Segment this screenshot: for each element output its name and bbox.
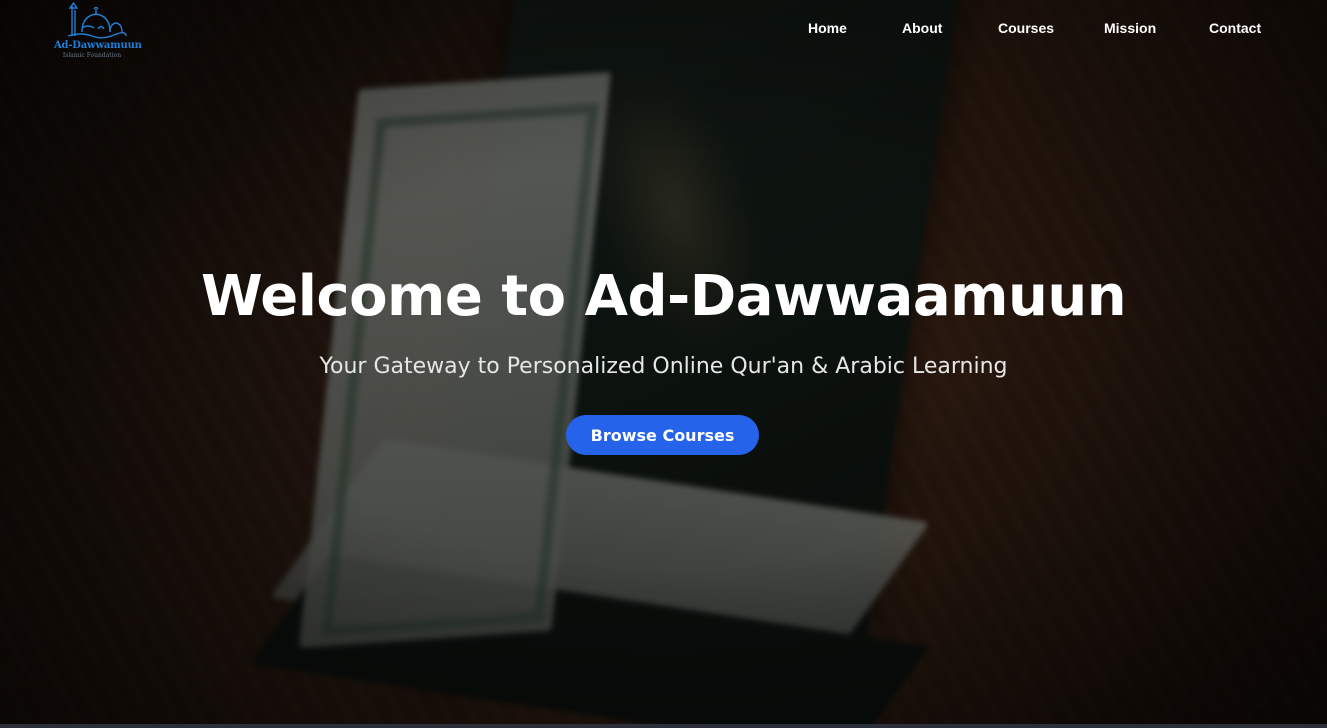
navbar: Ad-Dawwamuun Islamic Foundation Home Abo…: [0, 0, 1327, 60]
browse-courses-button[interactable]: Browse Courses: [566, 415, 759, 455]
brand-tagline: Islamic Foundation: [62, 52, 122, 59]
brand-logo[interactable]: Ad-Dawwamuun Islamic Foundation: [52, 2, 142, 60]
mosque-icon: [67, 2, 127, 39]
bottom-edge: [0, 724, 1327, 728]
hero-title: Welcome to Ad-Dawwaamuun: [200, 264, 1127, 329]
nav-link-courses[interactable]: Courses: [998, 20, 1054, 36]
nav-link-mission[interactable]: Mission: [1104, 20, 1156, 36]
hero-subtitle: Your Gateway to Personalized Online Qur'…: [319, 354, 1008, 379]
brand-name: Ad-Dawwamuun: [54, 40, 142, 51]
hero-section: Ad-Dawwamuun Islamic Foundation Home Abo…: [0, 0, 1327, 728]
nav-link-home[interactable]: Home: [808, 20, 847, 36]
nav-link-contact[interactable]: Contact: [1209, 20, 1261, 36]
nav-link-about[interactable]: About: [902, 20, 942, 36]
